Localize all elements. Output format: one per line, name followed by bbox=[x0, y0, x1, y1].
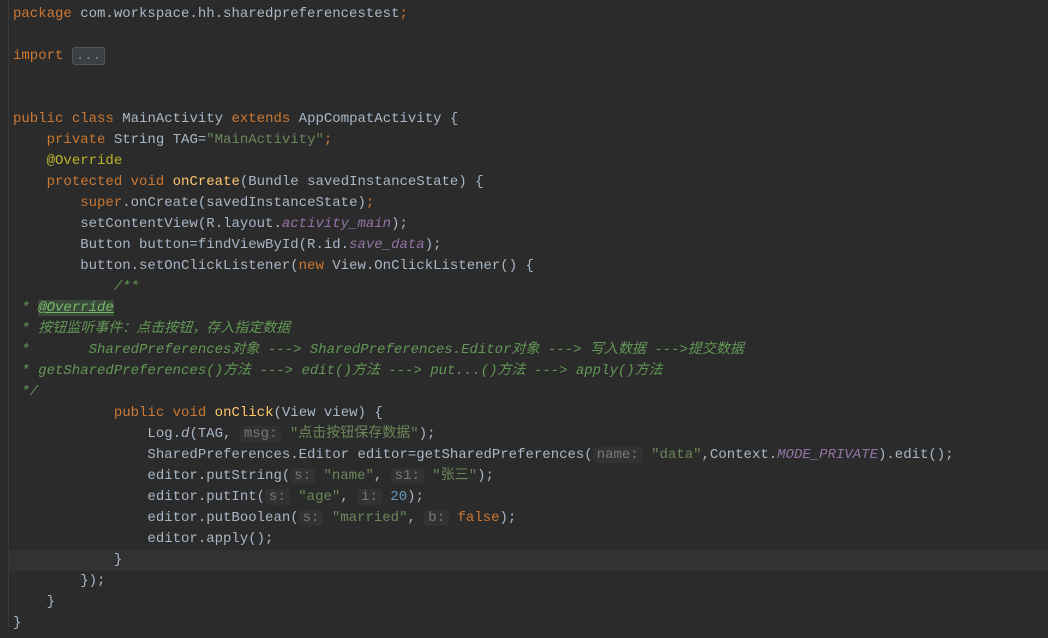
comma: , bbox=[407, 510, 424, 526]
keyword-void: void bbox=[173, 405, 207, 421]
params: (Bundle savedInstanceState) bbox=[240, 174, 475, 190]
semicolon: ; bbox=[399, 6, 407, 22]
keyword-false: false bbox=[449, 510, 499, 526]
semicolon: ; bbox=[366, 195, 374, 211]
type-string: String bbox=[105, 132, 172, 148]
editor-gutter bbox=[0, 0, 9, 627]
string-lit: "age" bbox=[290, 489, 340, 505]
doc-end: */ bbox=[13, 384, 38, 400]
mode-private: MODE_PRIVATE bbox=[777, 447, 878, 463]
string-lit: "张三" bbox=[424, 468, 477, 484]
semicolon: ; bbox=[324, 132, 332, 148]
string-lit: "name" bbox=[315, 468, 374, 484]
call-putboolean: editor.putBoolean( bbox=[147, 510, 298, 526]
keyword-new: new bbox=[299, 258, 324, 274]
string-lit: "data" bbox=[643, 447, 702, 463]
keyword-extends: extends bbox=[231, 111, 290, 127]
brace: } bbox=[13, 615, 21, 631]
brace: { bbox=[526, 258, 534, 274]
keyword-import: import bbox=[13, 48, 63, 64]
code-area[interactable]: package com.workspace.hh.sharedpreferenc… bbox=[9, 0, 1048, 638]
param-hint-s1: s1: bbox=[391, 468, 424, 484]
doc-line: * bbox=[13, 300, 38, 316]
super-class: AppCompatActivity bbox=[290, 111, 450, 127]
import-collapsed[interactable]: ... bbox=[72, 47, 105, 65]
context-arg: ,Context. bbox=[702, 447, 778, 463]
call-putstring: editor.putString( bbox=[147, 468, 290, 484]
package-name: com.workspace.hh.sharedpreferencestest bbox=[72, 6, 400, 22]
log-args: (TAG, bbox=[189, 426, 239, 442]
paren-semi: ); bbox=[500, 510, 517, 526]
method-onclick: onClick bbox=[215, 405, 274, 421]
params: (View view) bbox=[273, 405, 374, 421]
res-activity-main: activity_main bbox=[282, 216, 391, 232]
doc-start: /** bbox=[114, 279, 139, 295]
string-lit: "married" bbox=[323, 510, 407, 526]
editor-decl: SharedPreferences.Editor editor=getShare… bbox=[147, 447, 592, 463]
brace: { bbox=[450, 111, 458, 127]
listener-type: View.OnClickListener() bbox=[324, 258, 526, 274]
comma: , bbox=[340, 489, 357, 505]
keyword-protected: protected bbox=[47, 174, 123, 190]
param-hint-s: s: bbox=[299, 510, 324, 526]
keyword-private: private bbox=[47, 132, 106, 148]
call-apply: editor.apply(); bbox=[147, 531, 273, 547]
keyword-public: public bbox=[13, 111, 63, 127]
field-tag: TAG= bbox=[173, 132, 207, 148]
brace: { bbox=[374, 405, 382, 421]
brace: } bbox=[47, 594, 55, 610]
brace: } bbox=[114, 552, 122, 568]
paren-semi: ); bbox=[419, 426, 436, 442]
method-oncreate: onCreate bbox=[173, 174, 240, 190]
call-setcontentview: setContentView(R.layout. bbox=[80, 216, 282, 232]
number-lit: 20 bbox=[382, 489, 407, 505]
annotation-override: @Override bbox=[47, 153, 123, 169]
param-hint-b: b: bbox=[424, 510, 449, 526]
class-name: MainActivity bbox=[114, 111, 232, 127]
string-lit: "点击按钮保存数据" bbox=[281, 426, 418, 442]
button-decl: Button button=findViewById(R.id. bbox=[80, 237, 349, 253]
paren-semi: ); bbox=[391, 216, 408, 232]
param-hint-msg: msg: bbox=[240, 426, 282, 442]
doc-override-tag: @Override bbox=[38, 300, 114, 316]
call-putint: editor.putInt( bbox=[147, 489, 265, 505]
res-save-data: save_data bbox=[349, 237, 425, 253]
string-lit: "MainActivity" bbox=[206, 132, 324, 148]
log-class: Log. bbox=[147, 426, 181, 442]
param-hint-s: s: bbox=[290, 468, 315, 484]
keyword-package: package bbox=[13, 6, 72, 22]
keyword-void: void bbox=[131, 174, 165, 190]
edit-call: ).edit(); bbox=[878, 447, 954, 463]
doc-line: * SharedPreferences对象 ---> SharedPrefere… bbox=[13, 342, 744, 358]
call-setonclick: button.setOnClickListener( bbox=[80, 258, 298, 274]
doc-line: * 按钮监听事件：点击按钮，存入指定数据 bbox=[13, 321, 290, 337]
paren-semi: ); bbox=[425, 237, 442, 253]
keyword-class: class bbox=[72, 111, 114, 127]
comma: , bbox=[374, 468, 391, 484]
close-listener: }); bbox=[80, 573, 105, 589]
call: .onCreate(savedInstanceState) bbox=[122, 195, 366, 211]
paren-semi: ); bbox=[407, 489, 424, 505]
keyword-public: public bbox=[114, 405, 164, 421]
brace: { bbox=[475, 174, 483, 190]
param-hint-name: name: bbox=[593, 447, 643, 463]
param-hint-i: i: bbox=[357, 489, 382, 505]
keyword-super: super bbox=[80, 195, 122, 211]
param-hint-s: s: bbox=[265, 489, 290, 505]
code-editor[interactable]: package com.workspace.hh.sharedpreferenc… bbox=[0, 0, 1048, 627]
paren-semi: ); bbox=[477, 468, 494, 484]
doc-line: * getSharedPreferences()方法 ---> edit()方法… bbox=[13, 363, 663, 379]
